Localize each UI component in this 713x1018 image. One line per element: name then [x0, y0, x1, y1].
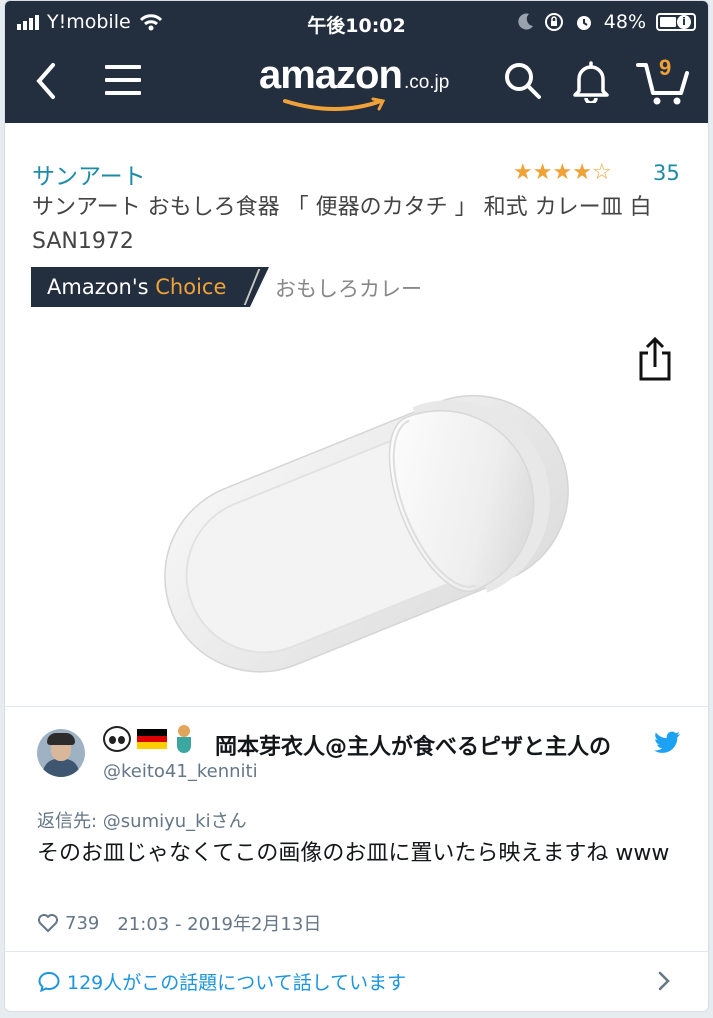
conversation-link[interactable]: 129人がこの話題について話しています	[5, 951, 708, 1011]
display-name[interactable]: 岡本芽衣人@主人が食べるピザと主人の	[215, 729, 647, 761]
cart-button[interactable]: 9	[635, 55, 691, 107]
back-icon[interactable]	[33, 61, 57, 101]
star-icon: ★	[552, 160, 573, 185]
rotation-lock-icon	[544, 13, 563, 31]
heart-icon[interactable]	[37, 913, 59, 933]
smile-icon	[283, 97, 386, 111]
panda-emoji-icon	[103, 726, 131, 752]
amazons-choice-badge: Amazon's Choice	[31, 267, 269, 307]
battery-percent: 48%	[603, 11, 646, 33]
alarm-icon	[576, 16, 591, 30]
star-icon: ★	[513, 160, 533, 185]
star-icon: ★	[532, 160, 553, 185]
battery-icon: i	[656, 13, 696, 31]
product-image[interactable]	[125, 331, 595, 703]
user-handle[interactable]: @keito41_kenniti	[103, 761, 258, 782]
rating-count[interactable]: 35	[653, 161, 680, 185]
speech-bubble-icon	[38, 971, 60, 993]
status-bar: Y!mobile 午後10:02 48% i	[5, 1, 708, 45]
twitter-bird-icon[interactable]	[653, 731, 681, 755]
tweet-text: そのお皿じゃなくてこの画像のお皿に置いたら映えますね www	[37, 841, 670, 866]
moon-icon	[518, 13, 533, 30]
menu-icon[interactable]	[105, 65, 141, 104]
amazon-navbar: amazon .co.jp 9	[5, 45, 708, 123]
product-title: サンアート おもしろ食器 「 便器のカタチ 」 和式 カレー皿 白 SAN197…	[32, 195, 652, 254]
bell-icon[interactable]	[571, 59, 611, 103]
amazon-logo[interactable]: amazon .co.jp	[259, 53, 449, 111]
avatar[interactable]	[37, 729, 85, 777]
mermaid-emoji-icon	[173, 725, 195, 753]
tweet: 岡本芽衣人@主人が食べるピザと主人の @keito41_kenniti 返信先:…	[5, 706, 708, 952]
conversation-text: 129人がこの話題について話しています	[67, 972, 407, 994]
timestamp[interactable]: 21:03 - 2019年2月13日	[117, 910, 321, 936]
star-icon: ★	[572, 160, 592, 185]
tweet-card: Y!mobile 午後10:02 48% i amazon .co.jp 9 サ…	[4, 0, 709, 1012]
rating-stars[interactable]: ★ ★ ★ ★ ☆	[513, 161, 612, 185]
brand-link[interactable]: サンアート	[32, 157, 146, 191]
reply-to[interactable]: 返信先: @sumiyu_kiさん	[37, 807, 247, 833]
germany-flag-icon	[137, 729, 167, 750]
search-icon[interactable]	[503, 61, 543, 101]
cart-count: 9	[659, 55, 672, 80]
name-emojis	[103, 725, 195, 753]
star-outline-icon: ☆	[591, 160, 612, 185]
share-icon[interactable]	[635, 337, 675, 383]
choice-category: おもしろカレー	[275, 277, 422, 301]
amazon-screenshot: Y!mobile 午後10:02 48% i amazon .co.jp 9 サ…	[5, 1, 708, 706]
chevron-right-icon	[658, 971, 670, 991]
tweet-meta: 739 21:03 - 2019年2月13日	[37, 910, 321, 936]
info-icon: i	[677, 15, 691, 29]
like-count: 739	[65, 912, 100, 934]
